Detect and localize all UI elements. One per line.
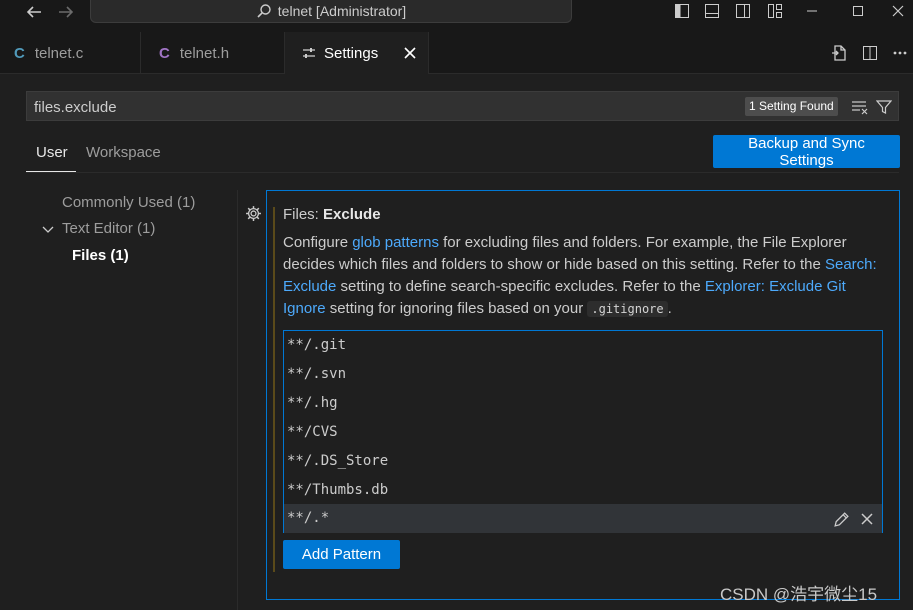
add-pattern-button[interactable]: Add Pattern [283, 540, 400, 569]
chevron-down-icon [42, 223, 62, 235]
c-language-icon: C [14, 44, 25, 62]
command-center[interactable]: telnet [Administrator] [90, 0, 572, 23]
toggle-secondary-sidebar-icon[interactable] [732, 0, 754, 22]
c-header-language-icon: C [159, 44, 170, 62]
tab-telnet-h[interactable]: C telnet.h [141, 32, 285, 74]
maximize-icon[interactable] [843, 0, 873, 22]
toc-item-count: (1) [110, 247, 129, 264]
toc-item-files[interactable]: Files (1) [72, 247, 129, 264]
list-item[interactable]: **/CVS [284, 418, 882, 447]
toc-item-text-editor[interactable]: Text Editor (1) [42, 220, 155, 237]
settings-sliders-icon [302, 46, 316, 60]
description-text: setting to define search-specific exclud… [336, 278, 705, 295]
toc-item-label: Files [72, 247, 107, 264]
forward-arrow-icon[interactable] [53, 0, 79, 24]
edit-pencil-icon[interactable] [830, 508, 852, 530]
list-item[interactable]: **/.DS_Store [284, 447, 882, 476]
toc-item-label: Text Editor (1) [62, 220, 156, 237]
gear-icon[interactable] [243, 203, 263, 223]
toggle-primary-sidebar-icon[interactable] [671, 0, 693, 22]
backup-and-sync-button[interactable]: Backup and Sync Settings [713, 135, 900, 169]
open-settings-json-icon[interactable] [828, 42, 850, 64]
settings-search-input[interactable] [27, 92, 736, 122]
description-text: setting for ignoring files based on your [325, 300, 588, 317]
toc-item-commonly-used[interactable]: Commonly Used (1) [62, 194, 195, 211]
tab-telnet-c[interactable]: C telnet.c [0, 32, 141, 74]
toc-divider [237, 190, 238, 610]
tab-workspace[interactable]: Workspace [86, 142, 161, 172]
glob-patterns-link[interactable]: glob patterns [352, 234, 439, 251]
setting-title: Files: Exclude [283, 206, 381, 223]
more-actions-icon[interactable] [889, 42, 911, 64]
setting-modified-indicator [273, 207, 275, 572]
customize-layout-icon[interactable] [764, 0, 786, 22]
close-tab-icon[interactable] [403, 46, 417, 60]
window-title: telnet [Administrator] [277, 3, 407, 19]
close-window-icon[interactable] [883, 0, 913, 22]
setting-category: Files: [283, 206, 324, 223]
title-bar: telnet [Administrator] [0, 0, 913, 32]
description-text: . [667, 300, 672, 317]
tab-settings[interactable]: Settings [285, 32, 429, 74]
description-text: Configure [283, 234, 353, 251]
search-icon [256, 3, 272, 19]
tab-label: Settings [324, 44, 379, 62]
setting-name: Exclude [323, 206, 381, 223]
gitignore-code: .gitignore [587, 301, 668, 317]
split-editor-icon[interactable] [859, 42, 881, 64]
settings-found-badge: 1 Setting Found [745, 97, 838, 116]
exclude-pattern-list: **/.git **/.svn **/.hg **/CVS **/.DS_Sto… [283, 330, 883, 533]
list-item[interactable]: **/.git [284, 331, 882, 360]
list-item[interactable]: **/.hg [284, 389, 882, 418]
clear-filter-icon[interactable] [849, 96, 871, 118]
pattern-text: **/.* [287, 510, 330, 526]
tab-label: telnet.c [34, 44, 84, 62]
filter-icon[interactable] [873, 96, 895, 118]
back-arrow-icon[interactable] [21, 0, 47, 24]
divider [26, 172, 899, 173]
toggle-panel-icon[interactable] [701, 0, 723, 22]
list-item-selected[interactable]: **/.* [284, 504, 882, 533]
setting-description: Configure glob patterns for excluding fi… [283, 232, 878, 320]
tab-label: telnet.h [179, 44, 230, 62]
editor-tab-bar: C telnet.c C telnet.h Settings [0, 32, 913, 74]
minimize-icon[interactable] [797, 0, 827, 22]
tab-user[interactable]: User [26, 142, 76, 172]
list-item[interactable]: **/.svn [284, 360, 882, 389]
settings-search-box: 1 Setting Found [26, 91, 899, 122]
watermark: CSDN @浩宇微尘15 [720, 585, 878, 604]
list-item[interactable]: **/Thumbs.db [284, 476, 882, 505]
remove-item-icon[interactable] [856, 508, 878, 530]
